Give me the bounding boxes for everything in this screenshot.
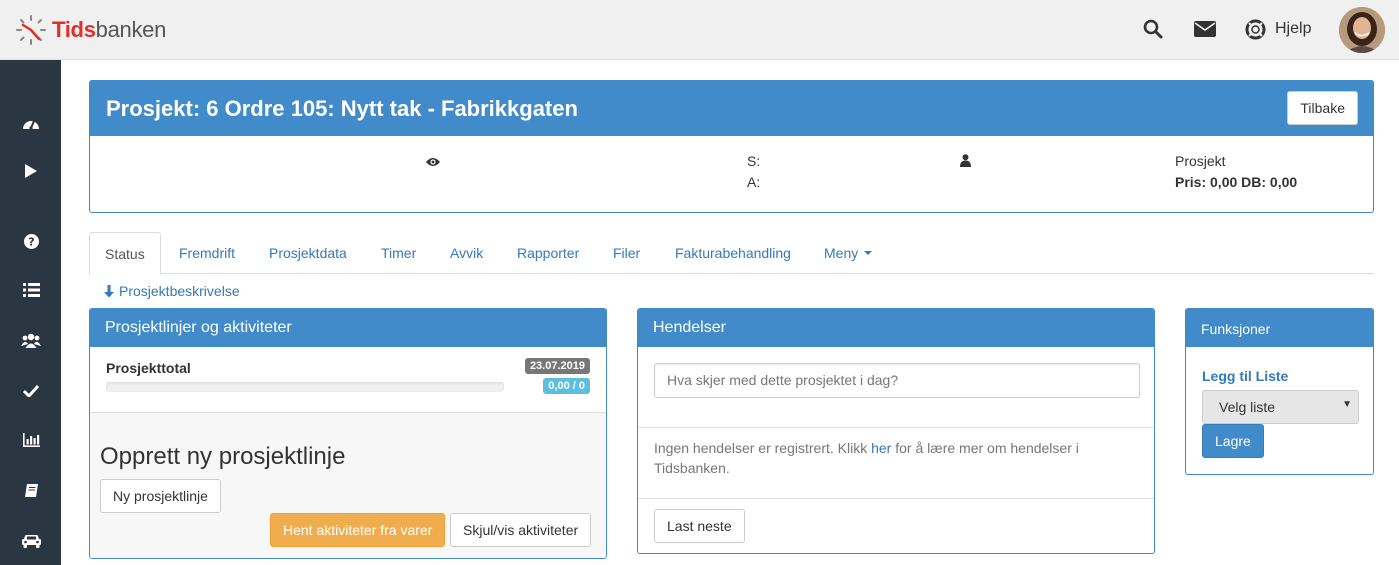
events-panel: Hendelser Hva skjer med dette prosjektet…: [637, 308, 1155, 554]
tab-prosjektdata[interactable]: Prosjektdata: [254, 232, 362, 274]
date-badge: 23.07.2019: [524, 358, 590, 374]
search-icon[interactable]: [1142, 18, 1164, 40]
help-link[interactable]: Hjelp: [1275, 20, 1311, 38]
svg-text:?: ?: [28, 235, 34, 248]
s-label: S:: [747, 153, 761, 169]
life-ring-icon[interactable]: [1244, 18, 1266, 40]
value-badge: 0,00 / 0: [543, 378, 590, 394]
user-icon: [960, 154, 971, 170]
tab-meny-label: Meny: [824, 245, 859, 261]
project-header-panel: Prosjekt: 6 Ordre 105: Nytt tak - Fabrik…: [89, 80, 1374, 213]
project-progress-bar: [106, 382, 504, 392]
question-icon[interactable]: ?: [20, 230, 42, 252]
tab-fremdrift[interactable]: Fremdrift: [164, 232, 250, 274]
tab-fakturabehandling[interactable]: Fakturabehandling: [660, 232, 806, 274]
tab-timer[interactable]: Timer: [366, 232, 431, 274]
tab-rapporter[interactable]: Rapporter: [502, 232, 594, 274]
dashboard-icon[interactable]: [20, 112, 42, 134]
user-avatar[interactable]: [1339, 7, 1385, 53]
sidebar: ?: [0, 60, 61, 565]
car-icon[interactable]: [20, 529, 42, 551]
create-line-heading: Opprett ny prosjektlinje: [100, 443, 346, 470]
project-description-link[interactable]: Prosjektbeskrivelse: [103, 283, 240, 299]
users-icon[interactable]: [20, 329, 42, 351]
save-button[interactable]: Lagre: [1202, 424, 1264, 458]
load-next-button[interactable]: Last neste: [654, 509, 745, 543]
add-to-list-label: Legg til Liste: [1202, 368, 1289, 384]
fetch-activities-button[interactable]: Hent aktiviteter fra varer: [270, 513, 446, 547]
project-header: Prosjekt: 6 Ordre 105: Nytt tak - Fabrik…: [90, 81, 1373, 136]
book-icon[interactable]: [20, 479, 42, 501]
arrow-down-icon: [104, 284, 114, 297]
logo-text: Tidsbanken: [52, 17, 167, 42]
event-input-area: Hva skjer med dette prosjektet i dag?: [638, 309, 1154, 427]
logo-clock-icon: [16, 15, 46, 45]
functions-title: Funksjoner: [1186, 309, 1373, 347]
toggle-activities-button[interactable]: Skjul/vis aktiviteter: [450, 513, 592, 547]
new-line-button[interactable]: Ny prosjektlinje: [100, 479, 221, 513]
project-total-label: Prosjekttotal: [106, 360, 191, 376]
select-arrow-icon: ▼: [1342, 399, 1352, 410]
top-bar: Tidsbanken Hjelp: [0, 0, 1399, 60]
events-info: Ingen hendelser er registrert. Klikk her…: [638, 427, 1154, 499]
eye-icon[interactable]: [426, 154, 440, 170]
bar-chart-icon[interactable]: [20, 429, 42, 451]
price-label: Pris: 0,00 DB: 0,00: [1175, 174, 1298, 190]
envelope-icon[interactable]: [1194, 18, 1216, 40]
project-lines-panel: Prosjektlinjer og aktiviteter Prosjektto…: [89, 308, 607, 559]
event-textarea[interactable]: Hva skjer med dette prosjektet i dag?: [654, 363, 1140, 398]
project-lines-title: Prosjektlinjer og aktiviteter: [90, 309, 606, 347]
list-icon[interactable]: [20, 279, 42, 301]
create-line-section: Opprett ny prosjektlinje Ny prosjektlinj…: [90, 413, 606, 558]
list-select[interactable]: Velg liste ▼: [1202, 390, 1359, 424]
project-info: S: A: Prosjekt Pris: 0,00 DB: 0,00: [90, 136, 1373, 212]
caret-down-icon: [864, 251, 873, 255]
a-label: A:: [747, 174, 761, 190]
events-help-link[interactable]: her: [871, 440, 891, 456]
project-type-label: Prosjekt: [1175, 153, 1226, 169]
project-tabs: Status Fremdrift Prosjektdata Timer Avvi…: [89, 232, 1374, 275]
tab-meny[interactable]: Meny: [809, 232, 887, 274]
project-title: Prosjekt: 6 Ordre 105: Nytt tak - Fabrik…: [106, 96, 578, 121]
back-button[interactable]: Tilbake: [1287, 91, 1358, 125]
play-icon[interactable]: [20, 160, 42, 182]
list-select-value: Velg liste: [1219, 399, 1276, 415]
tab-filer[interactable]: Filer: [598, 232, 655, 274]
functions-panel: Funksjoner Legg til Liste Velg liste ▼ L…: [1185, 308, 1374, 475]
tab-avvik[interactable]: Avvik: [435, 232, 498, 274]
tab-status[interactable]: Status: [89, 232, 161, 275]
check-icon[interactable]: [20, 379, 42, 401]
project-total-row[interactable]: Prosjekttotal 23.07.2019 0,00 / 0: [90, 347, 606, 413]
tidsbanken-logo[interactable]: Tidsbanken: [14, 14, 166, 46]
